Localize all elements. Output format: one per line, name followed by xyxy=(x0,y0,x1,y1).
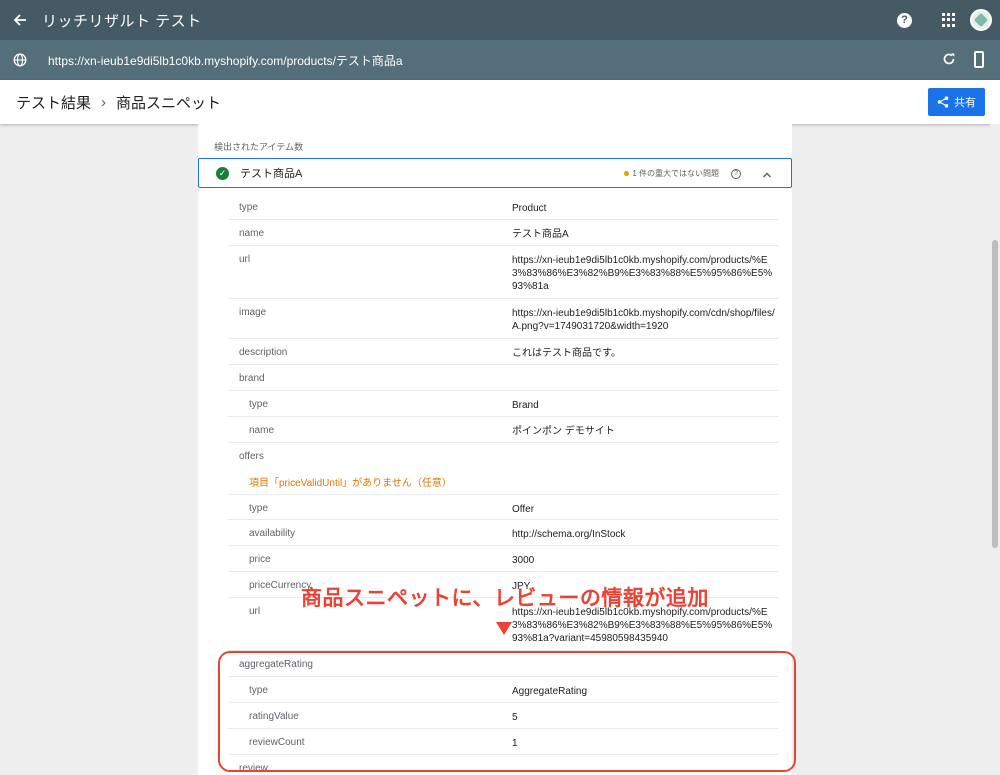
property-key: type xyxy=(249,503,268,514)
property-value: http://schema.org/InStock xyxy=(512,529,626,540)
back-arrow-icon[interactable] xyxy=(0,0,40,40)
property-value: https://xn-ieub1e9di5lb1c0kb.myshopify.c… xyxy=(512,255,773,292)
apps-grid-icon[interactable] xyxy=(942,13,956,27)
property-value: これはテスト商品です。 xyxy=(512,348,621,359)
app-bar: リッチリザルト テスト ? xyxy=(0,0,1000,40)
annotation-highlight-box xyxy=(218,651,796,772)
property-key: url xyxy=(239,254,251,265)
property-row: url https://xn-ieub1e9di5lb1c0kb.myshopif… xyxy=(228,246,778,299)
property-key: name xyxy=(249,425,275,436)
valid-check-icon: ✓ xyxy=(216,166,229,180)
property-key: offers xyxy=(239,451,264,462)
property-row: image https://xn-ieub1e9di5lb1c0kb.myshop… xyxy=(228,299,778,339)
property-row: offers xyxy=(228,443,778,469)
issue-help-icon[interactable]: ? xyxy=(731,168,741,179)
property-row: type Brand xyxy=(228,391,778,417)
property-key: availability xyxy=(249,528,296,539)
property-row: price 3000 xyxy=(228,546,778,572)
property-value: Offer xyxy=(512,504,535,515)
item-name: テスト商品A xyxy=(240,168,303,180)
issue-text: 1 件の重大ではない問題 xyxy=(632,169,719,178)
breadcrumb: テスト結果 › 商品スニペット 共有 xyxy=(0,80,1000,124)
item-header[interactable]: ✓ テスト商品A 1 件の重大ではない問題 ? xyxy=(198,158,792,188)
property-value: https://xn-ieub1e9di5lb1c0kb.myshopify.c… xyxy=(512,308,775,332)
avatar[interactable] xyxy=(970,9,992,31)
tested-url: https://xn-ieub1e9di5lb1c0kb.myshopify.c… xyxy=(48,53,403,68)
globe-icon xyxy=(0,40,40,80)
property-row: availability http://schema.org/InStock xyxy=(228,520,778,546)
mobile-device-icon[interactable] xyxy=(974,51,984,68)
property-key: name xyxy=(239,228,265,239)
issue-summary: 1 件の重大ではない問題 ? xyxy=(624,168,741,179)
property-row: brand xyxy=(228,365,778,391)
property-row: name テスト商品A xyxy=(228,220,778,246)
warning-message: 項目「priceValidUntil」がありません（任意） xyxy=(249,478,452,489)
help-icon[interactable]: ? xyxy=(897,12,912,28)
property-key: image xyxy=(239,307,267,318)
breadcrumb-separator: › xyxy=(101,93,107,111)
property-value: Product xyxy=(512,203,547,214)
annotation-text: 商品スニペットに、レビューの情報が追加 xyxy=(301,587,709,610)
share-icon xyxy=(937,96,949,108)
share-label: 共有 xyxy=(954,97,976,109)
property-row: name ポインポン デモサイト xyxy=(228,417,778,443)
breadcrumb-current: 商品スニペット xyxy=(116,94,222,112)
property-row: description これはテスト商品です。 xyxy=(228,339,778,365)
property-key: price xyxy=(249,554,271,565)
property-key: url xyxy=(249,606,261,617)
property-row: type Offer xyxy=(228,494,778,520)
scrollbar-thumb[interactable] xyxy=(992,240,998,548)
share-button[interactable]: 共有 xyxy=(928,88,985,116)
warning-dot-icon xyxy=(624,171,630,176)
reload-icon[interactable] xyxy=(942,52,956,71)
property-value: Brand xyxy=(512,400,539,411)
url-bar: https://xn-ieub1e9di5lb1c0kb.myshopify.c… xyxy=(0,40,1000,80)
property-key: type xyxy=(239,202,258,213)
detected-items-label: 検出されたアイテム数 xyxy=(214,142,304,152)
property-key: description xyxy=(239,347,288,358)
property-key: brand xyxy=(239,373,265,384)
chevron-up-icon[interactable] xyxy=(762,167,772,178)
property-value: ポインポン デモサイト xyxy=(512,426,615,437)
annotation-arrow-icon xyxy=(496,622,512,635)
property-value: 3000 xyxy=(512,555,535,566)
property-row: type Product xyxy=(228,194,778,220)
property-value: テスト商品A xyxy=(512,229,569,240)
app-title: リッチリザルト テスト xyxy=(42,12,202,30)
property-key: type xyxy=(249,399,268,410)
breadcrumb-root[interactable]: テスト結果 xyxy=(16,92,91,113)
